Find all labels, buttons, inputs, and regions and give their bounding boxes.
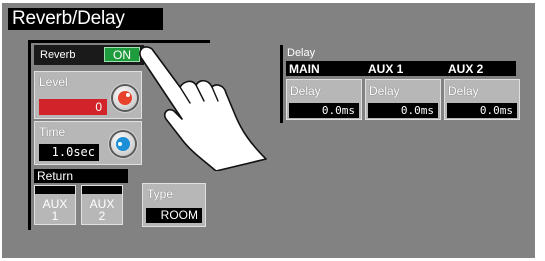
time-value: 1.0sec (39, 144, 99, 161)
delay-aux2-label: Delay (448, 84, 479, 98)
delay-col-aux2: AUX 2 (448, 62, 484, 76)
delay-main-control[interactable]: Delay 0.0ms (286, 79, 362, 120)
type-value: ROOM (146, 208, 202, 223)
delay-main-label: Delay (290, 84, 321, 98)
delay-col-main: MAIN (289, 62, 320, 76)
return-aux2-button[interactable]: AUX 2 (81, 185, 123, 225)
level-value: 0 (39, 99, 107, 115)
type-label: Type (147, 187, 174, 201)
delay-aux1-control[interactable]: Delay 0.0ms (365, 79, 441, 120)
delay-aux2-control[interactable]: Delay 0.0ms (444, 79, 520, 120)
delay-title: Delay (287, 47, 316, 59)
pointing-hand-icon (139, 46, 267, 171)
aux2-indicator (82, 186, 122, 194)
reverb-label: Reverb (40, 49, 76, 61)
time-label: Time (39, 125, 66, 139)
time-control[interactable]: Time 1.0sec (34, 121, 142, 165)
delay-aux1-label: Delay (369, 84, 400, 98)
level-control[interactable]: Level 0 (34, 71, 142, 119)
delay-col-aux1: AUX 1 (368, 62, 404, 76)
level-label: Level (39, 75, 68, 89)
reverb-delay-screen: Reverb/Delay Reverb ON Level 0 Time 1.0s… (2, 3, 535, 258)
aux1-indicator (35, 186, 75, 194)
return-label: Return (34, 169, 128, 183)
delay-main-value: 0.0ms (289, 103, 359, 118)
delay-aux1-value: 0.0ms (368, 103, 438, 118)
aux1-line2: 1 (51, 209, 59, 223)
delay-aux2-value: 0.0ms (447, 103, 517, 118)
aux2-line2: 2 (98, 209, 106, 223)
delay-columns-header: MAIN AUX 1 AUX 2 (286, 61, 516, 76)
screen-title: Reverb/Delay (8, 8, 163, 30)
return-aux1-button[interactable]: AUX 1 (34, 185, 76, 225)
type-control[interactable]: Type ROOM (142, 183, 206, 227)
reverb-row: Reverb ON (34, 45, 144, 65)
